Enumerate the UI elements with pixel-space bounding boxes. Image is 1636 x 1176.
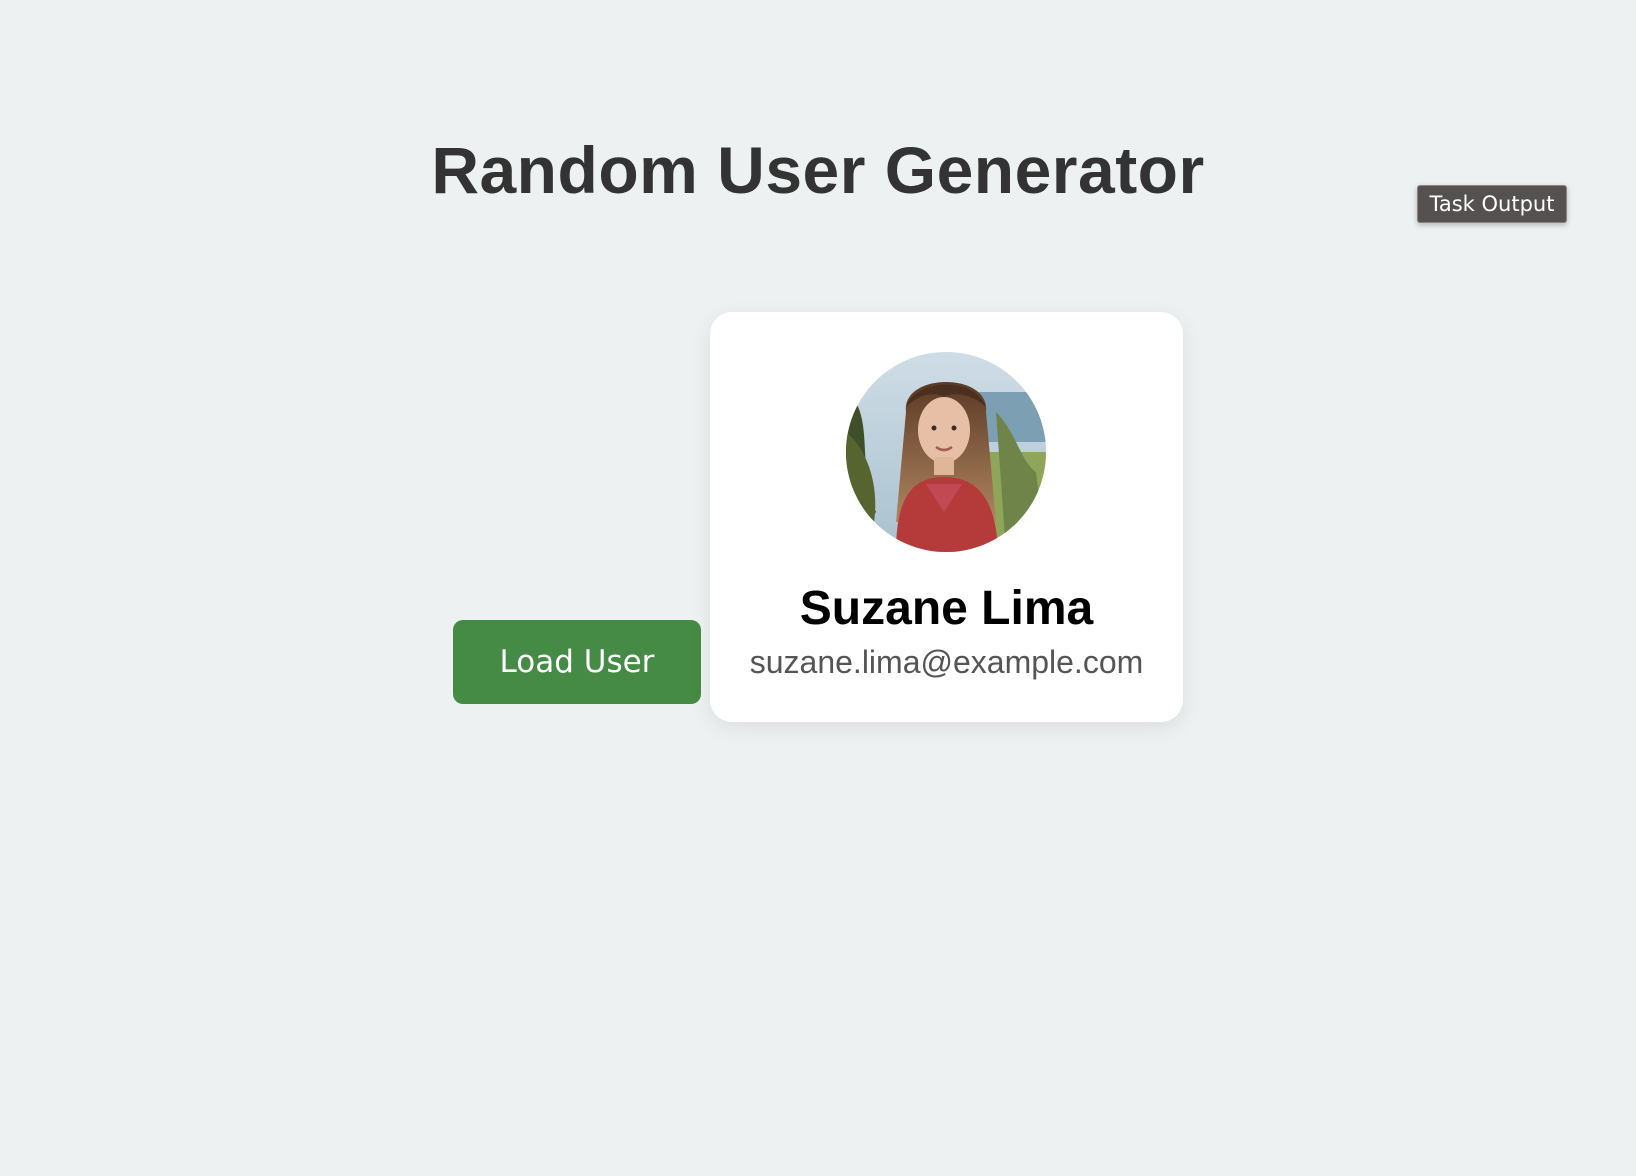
user-name: Suzane Lima xyxy=(799,582,1094,635)
user-email: suzane.lima@example.com xyxy=(749,644,1144,680)
page-title: Random User Generator xyxy=(431,133,1205,207)
load-user-button[interactable]: Load User xyxy=(453,620,701,704)
avatar xyxy=(846,352,1046,552)
task-output-button[interactable]: Task Output xyxy=(1417,185,1567,223)
user-card: Suzane Lima suzane.lima@example.com xyxy=(710,312,1183,722)
avatar-photo xyxy=(846,352,1046,552)
